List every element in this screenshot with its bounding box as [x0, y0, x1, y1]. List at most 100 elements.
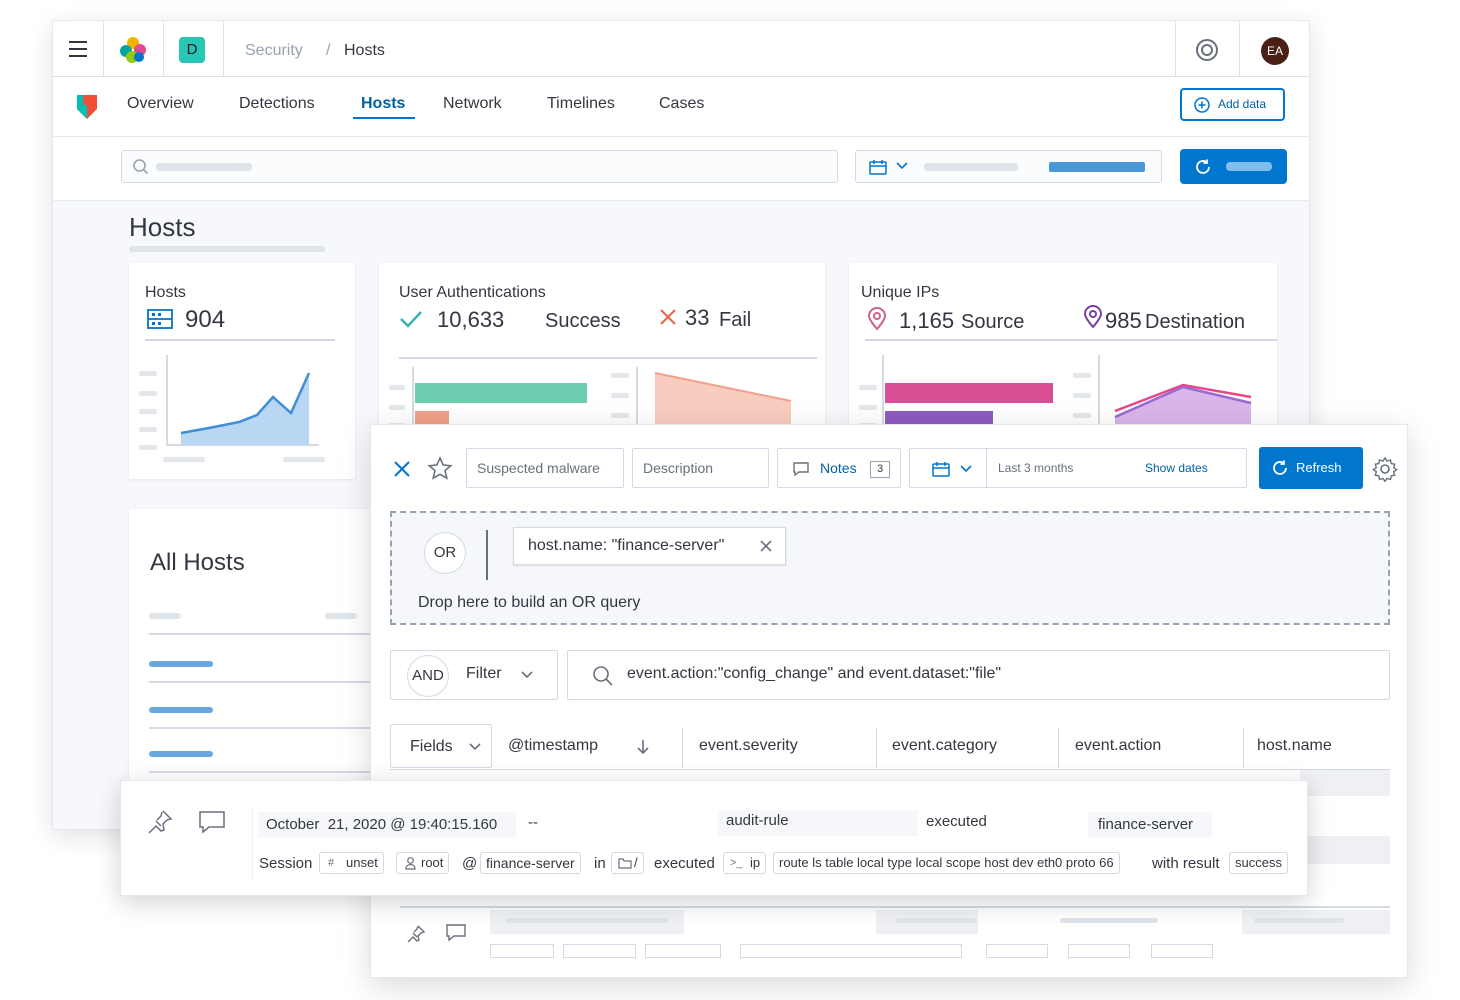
show-dates-link[interactable]: Show dates [1145, 461, 1208, 475]
all-hosts-title: All Hosts [150, 549, 245, 576]
date-picker[interactable] [855, 150, 1162, 183]
notes-label: Notes [820, 460, 857, 476]
or-query-pill[interactable]: host.name: "finance-server" [513, 527, 786, 565]
comment-icon[interactable] [199, 811, 225, 835]
gear-icon[interactable] [1372, 456, 1398, 482]
search-icon [133, 159, 149, 175]
column-event-category[interactable]: event.category [892, 737, 997, 755]
directory-path: / [634, 855, 638, 870]
notes-count-badge: 3 [870, 461, 890, 478]
kql-search-input[interactable] [121, 150, 838, 183]
close-icon[interactable] [760, 540, 772, 552]
kpi-ips-source-value: 1,165 [899, 308, 955, 333]
elastic-logo-icon[interactable] [119, 37, 147, 63]
refresh-icon [1196, 159, 1210, 174]
directory-chip[interactable]: / [611, 852, 644, 874]
event-timestamp: October 21, 2020 @ 19:40:15.160 [258, 812, 516, 838]
star-icon[interactable] [427, 456, 453, 480]
column-event-action[interactable]: event.action [1075, 737, 1161, 755]
executed-label: executed [654, 855, 715, 872]
security-logo-icon [77, 95, 97, 119]
kpi-auth-success-label: Success [545, 310, 621, 332]
column-event-severity[interactable]: event.severity [699, 737, 798, 755]
add-data-button[interactable]: Add data [1180, 88, 1285, 121]
kpi-auth-success-value: 10,633 [437, 307, 505, 332]
or-query-pill-label: host.name: "finance-server" [528, 537, 725, 554]
page-title: Hosts [129, 212, 196, 242]
comment-icon[interactable] [446, 924, 466, 942]
with-result-label: with result [1152, 855, 1220, 872]
kpi-auth-title: User Authentications [399, 284, 546, 301]
session-label: Session [259, 855, 313, 872]
kpi-ips-dest-label: Destination [1145, 311, 1246, 333]
chevron-down-icon [960, 465, 972, 473]
kpi-auth-fail-label: Fail [719, 309, 752, 331]
event-row[interactable] [120, 780, 1308, 896]
user-name: root [421, 855, 444, 870]
tab-timelines[interactable]: Timelines [547, 95, 615, 113]
refresh-icon [1273, 460, 1287, 475]
close-icon[interactable] [392, 459, 412, 479]
process-chip[interactable]: >_ ip [723, 852, 767, 874]
help-icon[interactable] [1195, 38, 1219, 62]
sort-descending-icon[interactable] [636, 739, 650, 755]
and-filter-control[interactable]: AND Filter [390, 650, 558, 700]
notes-button[interactable]: Notes 3 [777, 448, 901, 488]
space-avatar[interactable]: D [179, 37, 205, 63]
session-id-chip[interactable]: # unset [319, 852, 384, 874]
plus-circle-icon [1194, 97, 1210, 113]
tab-overview[interactable]: Overview [127, 95, 194, 113]
timeline-date-picker[interactable]: Last 3 months Show dates [909, 448, 1247, 488]
kpi-auth-fail-value: 33 [685, 305, 710, 330]
breadcrumb-hosts: Hosts [344, 42, 385, 59]
calendar-icon [932, 462, 950, 477]
tab-network[interactable]: Network [443, 95, 502, 113]
hosts-area-chart [139, 355, 325, 462]
pin-icon[interactable] [406, 924, 426, 944]
drop-hint: Drop here to build an OR query [418, 594, 641, 611]
filter-label: Filter [466, 665, 502, 682]
query-text: event.action:"config_change" and event.d… [627, 665, 1002, 682]
search-icon [593, 666, 613, 686]
map-pin-source-icon [867, 307, 887, 331]
tab-hosts[interactable]: Hosts [361, 95, 405, 113]
timeline-query-input[interactable]: event.action:"config_change" and event.d… [567, 650, 1390, 700]
terminal-icon: >_ [730, 857, 743, 869]
in-label: in [594, 855, 606, 872]
host-chip[interactable]: finance-server [480, 852, 581, 874]
event-action: executed [926, 813, 987, 830]
or-badge: OR [424, 532, 466, 574]
tab-hosts-underline [353, 117, 415, 119]
session-id: unset [346, 855, 378, 870]
kpi-ips-dest-value: 985 [1105, 308, 1142, 333]
menu-icon[interactable] [69, 41, 87, 57]
user-avatar[interactable]: EA [1261, 37, 1289, 65]
kpi-ips-title: Unique IPs [861, 284, 940, 301]
and-badge: AND [407, 655, 449, 697]
refresh-query-button[interactable] [1180, 149, 1287, 184]
pin-icon[interactable] [146, 808, 174, 836]
tab-detections[interactable]: Detections [239, 95, 315, 113]
tab-cases[interactable]: Cases [659, 95, 704, 113]
kpi-hosts-value: 904 [185, 306, 226, 333]
process-name: ip [750, 855, 761, 870]
user-icon [405, 857, 416, 870]
column-timestamp[interactable]: @timestamp [508, 737, 598, 755]
map-pin-destination-icon [1083, 305, 1103, 329]
check-icon [400, 311, 422, 328]
breadcrumb-security[interactable]: Security [245, 42, 303, 60]
result-chip[interactable]: success [1229, 852, 1288, 874]
timeline-refresh-button[interactable]: Refresh [1259, 447, 1363, 489]
cross-icon [660, 309, 676, 325]
column-host-name[interactable]: host.name [1257, 737, 1332, 755]
timeline-description-input[interactable]: Description [632, 448, 769, 488]
refresh-label: Refresh [1296, 460, 1342, 475]
args-chip[interactable]: route ls table local type local scope ho… [773, 852, 1120, 874]
fields-button[interactable]: Fields [390, 724, 492, 768]
user-chip[interactable]: root [396, 852, 450, 874]
comment-icon [793, 462, 809, 476]
event-host: finance-server [1088, 812, 1212, 838]
timeline-title-input[interactable]: Suspected malware [466, 448, 624, 488]
folder-icon [618, 858, 632, 869]
chevron-down-icon [469, 743, 481, 751]
